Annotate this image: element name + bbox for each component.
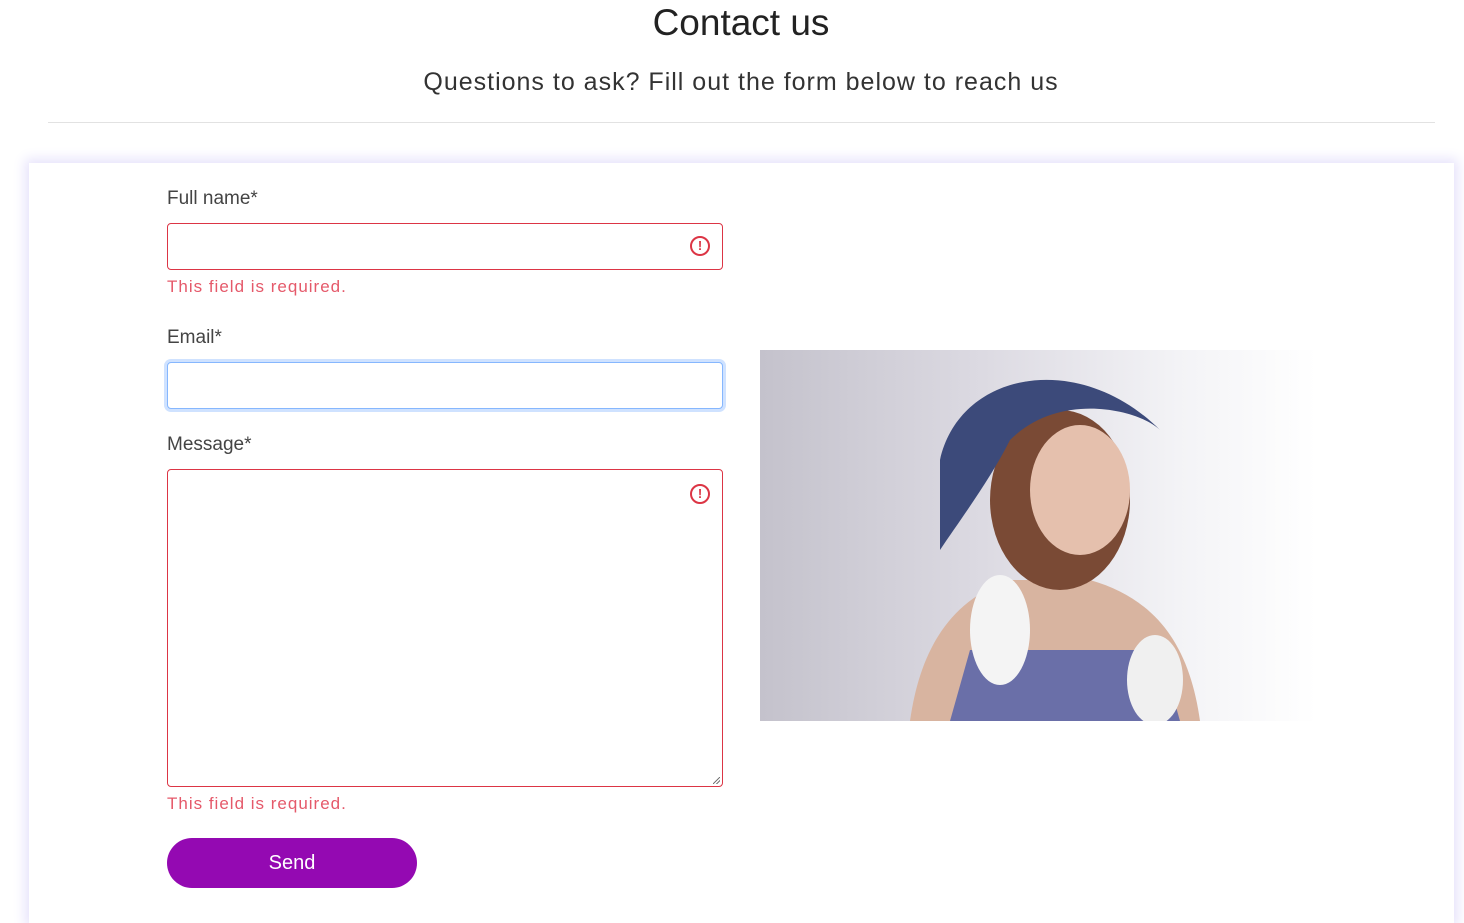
send-button[interactable]: Send: [167, 838, 417, 888]
divider: [48, 122, 1435, 123]
email-input[interactable]: [167, 362, 723, 409]
full-name-label: Full name*: [167, 188, 258, 209]
error-alert-icon: !: [690, 236, 710, 256]
message-label: Message*: [167, 434, 252, 455]
woman-portrait-image: [910, 379, 1200, 721]
message-error: This field is required.: [167, 794, 347, 813]
email-label: Email*: [167, 327, 222, 348]
page-subtitle: Questions to ask? Fill out the form belo…: [423, 68, 1059, 96]
page-title: Contact us: [652, 2, 830, 43]
full-name-error: This field is required.: [167, 277, 347, 296]
full-name-input[interactable]: !: [167, 223, 723, 270]
resize-handle-icon[interactable]: [713, 777, 720, 784]
message-textarea[interactable]: !: [167, 469, 723, 787]
error-alert-icon: !: [690, 484, 710, 504]
contact-photo: [760, 350, 1317, 721]
